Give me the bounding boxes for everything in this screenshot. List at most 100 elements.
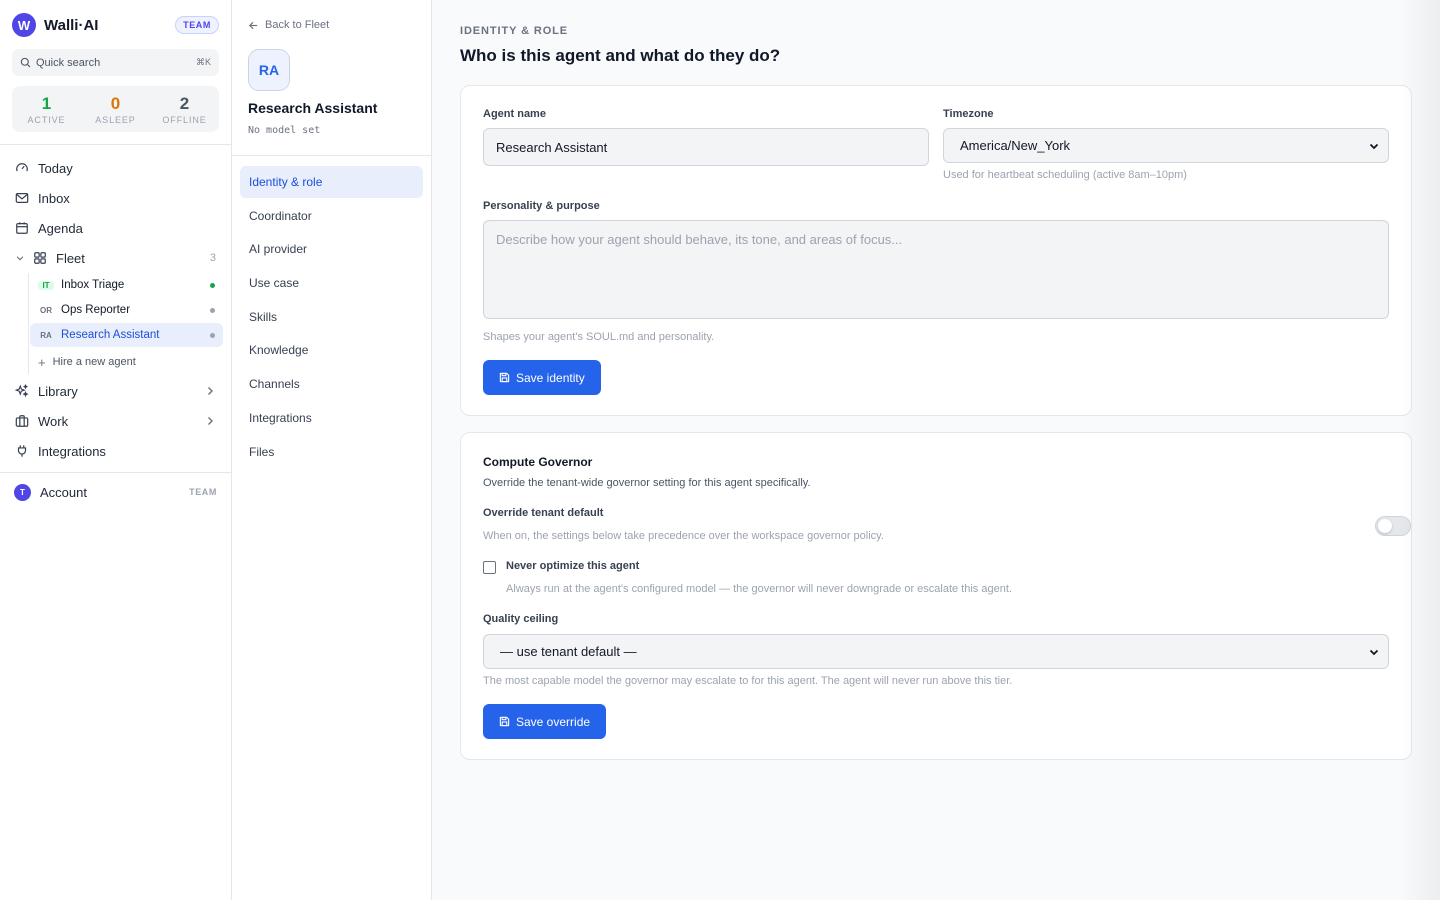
never-optimize-label: Never optimize this agent [506,560,640,572]
chevron-down-icon [1369,649,1379,655]
override-help: When on, the settings below take precede… [483,530,884,542]
back-to-fleet-link[interactable]: Back to Fleet [248,19,329,31]
search-placeholder: Quick search [36,56,101,69]
nav-label: Integrations [38,443,106,459]
identity-card: Agent name Research Assistant Timezone A… [460,85,1412,416]
timezone-help: Used for heartbeat scheduling (active 8a… [943,169,1187,181]
gauge-icon [15,161,29,175]
hire-agent-button[interactable]: + Hire a new agent [30,350,219,374]
chevron-down-icon [1369,143,1379,149]
nav-integrations[interactable]: Integrations [12,436,219,466]
status-dot [210,332,215,338]
nav-fleet[interactable]: Fleet 3 [12,243,219,273]
never-optimize-checkbox[interactable] [483,561,496,574]
agent-settings-nav: Back to Fleet RA Research Assistant No m… [232,0,432,900]
plan-badge: TEAM [175,16,219,34]
account-label: Account [40,484,87,500]
section-ai-provider[interactable]: AI provider [240,233,423,265]
section-identity-role[interactable]: Identity & role [240,166,423,198]
section-files[interactable]: Files [240,436,423,468]
nav-agenda[interactable]: Agenda [12,213,219,243]
button-label: Save identity [516,370,585,385]
nav-label: Today [38,160,73,176]
quality-ceiling-value: — use tenant default — [500,644,637,659]
status-dot [210,282,215,288]
agent-initials: RA [40,330,52,340]
fleet-stats: 1 ACTIVE 0 ASLEEP 2 OFFLINE [12,86,219,132]
timezone-label: Timezone [943,108,994,120]
override-label: Override tenant default [483,507,604,519]
section-channels[interactable]: Channels [240,368,423,400]
chevron-down-icon[interactable] [15,253,25,263]
search-icon [20,57,36,68]
quality-ceiling-select[interactable]: — use tenant default — [483,634,1389,669]
section-coordinator[interactable]: Coordinator [240,200,423,232]
save-identity-button[interactable]: Save identity [483,360,601,395]
section-integrations[interactable]: Integrations [240,402,423,434]
stat-asleep[interactable]: 0 ASLEEP [81,86,150,132]
search-shortcut: ⌘K [195,57,211,67]
nav-inbox[interactable]: Inbox [12,183,219,213]
account-button[interactable]: T Account TEAM [12,479,219,505]
personality-placeholder: Describe how your agent should behave, i… [496,232,903,247]
personality-help: Shapes your agent's SOUL.md and personal… [483,331,715,343]
section-knowledge[interactable]: Knowledge [240,334,423,366]
timezone-value: America/New_York [960,138,1071,153]
stat-value: 2 [179,93,190,113]
stat-active[interactable]: 1 ACTIVE [12,86,81,132]
agent-name: Ops Reporter [61,304,131,316]
agent-model: No model set [248,125,321,136]
nav-label: Work [38,413,69,429]
avatar: T [14,483,31,501]
quality-ceiling-help: The most capable model the governor may … [483,675,1013,687]
save-icon [499,372,510,383]
quick-search[interactable]: Quick search ⌘K [12,49,219,76]
agent-name-label: Agent name [483,108,546,120]
nav-library[interactable]: Library [12,376,219,406]
page-title: Who is this agent and what do they do? [460,46,781,65]
chevron-right-icon [208,417,213,425]
stat-label: OFFLINE [162,114,207,125]
section-eyebrow: IDENTITY & ROLE [460,25,569,37]
brand: W Walli·AI TEAM [12,12,219,38]
briefcase-icon [15,414,29,428]
brand-logo: W [12,13,36,37]
mail-icon [15,191,29,205]
agent-item-research-assistant[interactable]: RA Research Assistant [30,323,223,347]
governor-title: Compute Governor [483,455,593,469]
quality-ceiling-label: Quality ceiling [483,613,559,625]
save-override-button[interactable]: Save override [483,704,607,739]
calendar-icon [15,221,29,235]
nav-work[interactable]: Work [12,406,219,436]
nav-label: Inbox [38,190,70,206]
brand-name: Walli·AI [44,16,99,34]
personality-textarea[interactable]: Describe how your agent should behave, i… [483,220,1389,319]
timezone-select[interactable]: America/New_York [943,128,1389,163]
governor-description: Override the tenant-wide governor settin… [483,477,811,489]
compute-governor-card: Compute Governor Override the tenant-wid… [460,432,1412,760]
agent-name: Inbox Triage [61,279,125,291]
save-icon [499,716,510,727]
stat-offline[interactable]: 2 OFFLINE [150,86,219,132]
stat-value: 0 [110,93,121,113]
nav-today[interactable]: Today [12,153,219,183]
agent-name: Research Assistant [61,329,160,341]
divider [0,472,231,473]
edge-shadow [1400,0,1440,900]
button-label: Save override [516,714,591,729]
grid-icon [33,251,47,265]
divider [232,155,431,156]
plus-icon: + [38,354,46,370]
chevron-right-icon [208,387,213,395]
nav-label: Agenda [38,220,83,236]
agent-initials: OR [40,305,52,315]
section-skills[interactable]: Skills [240,301,423,333]
agent-title: Research Assistant [248,100,378,116]
plug-icon [15,444,29,458]
status-dot [210,307,215,313]
app: W Walli·AI TEAM Quick search ⌘K 1 ACTIVE… [0,0,1440,900]
agent-item-ops-reporter[interactable]: OR Ops Reporter [30,298,223,322]
section-use-case[interactable]: Use case [240,267,423,299]
agent-item-inbox-triage[interactable]: IT Inbox Triage [30,273,223,297]
agent-name-input[interactable]: Research Assistant [483,128,929,166]
